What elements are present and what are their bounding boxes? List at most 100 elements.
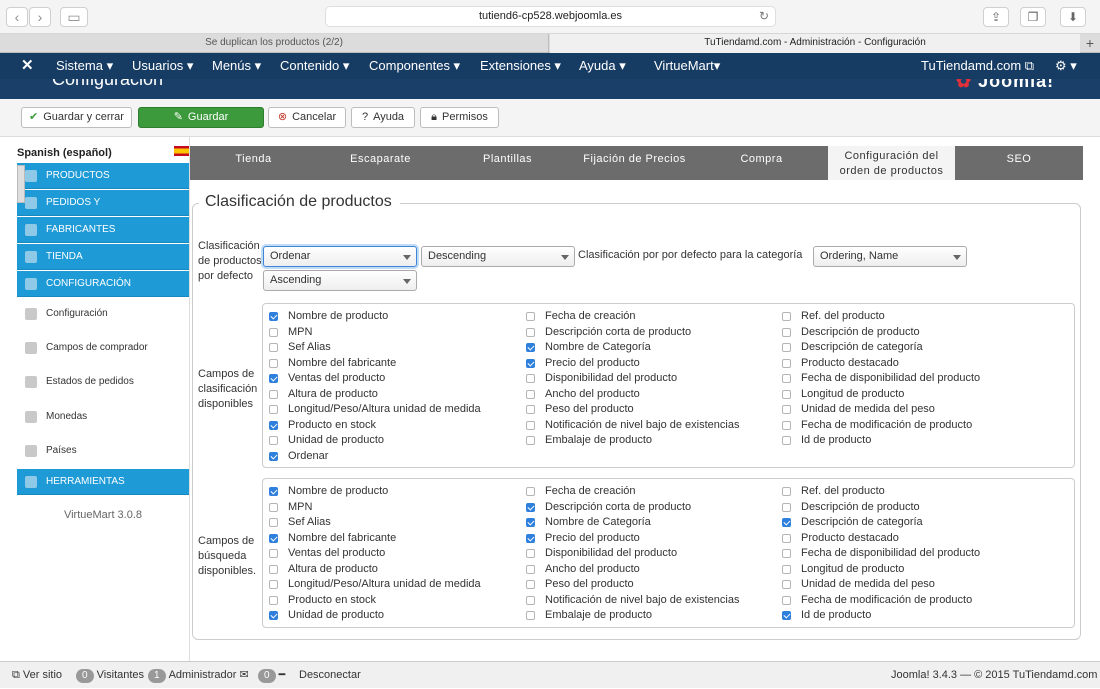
tab-compra[interactable]: Compra	[698, 146, 825, 172]
checkbox-unchecked[interactable]	[269, 518, 278, 527]
tab-seo[interactable]: SEO	[955, 146, 1083, 172]
browser-tab-2[interactable]: TuTiendamd.com - Administración - Config…	[550, 34, 1080, 53]
tab-plantillas[interactable]: Plantillas	[444, 146, 571, 172]
checkbox-unchecked[interactable]	[269, 343, 278, 352]
checkbox-unchecked[interactable]	[782, 533, 791, 543]
save-button[interactable]: ✎ Guardar	[138, 107, 264, 128]
tab-precios[interactable]: Fijación de Precios	[571, 146, 698, 172]
checkbox-checked[interactable]	[269, 374, 278, 383]
checkbox-unchecked[interactable]	[269, 327, 278, 337]
menu-contenido[interactable]: Contenido ▾	[280, 53, 349, 79]
checkbox-unchecked[interactable]	[782, 389, 791, 399]
checkbox-unchecked[interactable]	[269, 595, 278, 605]
address-bar[interactable]: tutiend6-cp528.webjoomla.es ↻	[325, 6, 776, 27]
menu-virtuemart[interactable]: VirtueMart▾	[654, 53, 720, 79]
checkbox-unchecked[interactable]	[269, 549, 278, 558]
checkbox-unchecked[interactable]	[526, 405, 535, 414]
sidebar-sub-estados-pedidos[interactable]: Estados de pedidos	[17, 365, 189, 399]
sidebar-item-productos[interactable]: PRODUCTOS	[17, 163, 189, 189]
checkbox-unchecked[interactable]	[526, 564, 535, 574]
checkbox-unchecked[interactable]	[526, 312, 535, 321]
checkbox-unchecked[interactable]	[526, 595, 535, 605]
checkbox-unchecked[interactable]	[782, 580, 791, 589]
sidebar-sub-paises[interactable]: Países	[17, 434, 189, 468]
sidebar-sub-monedas[interactable]: Monedas	[17, 400, 189, 434]
checkbox-checked[interactable]	[782, 611, 791, 620]
checkbox-checked[interactable]	[526, 518, 535, 527]
menu-menus[interactable]: Menús ▾	[212, 53, 261, 79]
checkbox-unchecked[interactable]	[269, 502, 278, 512]
checkbox-checked[interactable]	[526, 502, 535, 512]
forward-button[interactable]: ›	[29, 7, 51, 27]
checkbox-unchecked[interactable]	[782, 502, 791, 512]
sidebar-toggle-icon[interactable]: ▭	[60, 7, 88, 27]
checkbox-unchecked[interactable]	[782, 358, 791, 368]
permissions-button[interactable]: 🔒︎ Permisos	[420, 107, 499, 128]
sidebar-collapse-handle[interactable]	[17, 165, 25, 203]
checkbox-unchecked[interactable]	[782, 487, 791, 496]
checkbox-unchecked[interactable]	[526, 611, 535, 620]
site-link[interactable]: TuTiendamd.com ⧉	[921, 53, 1034, 79]
tabs-overview-icon[interactable]: ❐	[1020, 7, 1046, 27]
gear-icon[interactable]: ⚙ ▾	[1055, 53, 1077, 79]
checkbox-unchecked[interactable]	[782, 343, 791, 352]
joomla-logo-icon[interactable]: ✕	[21, 53, 34, 79]
checkbox-checked[interactable]	[526, 343, 535, 352]
checkbox-unchecked[interactable]	[782, 420, 791, 430]
sidebar-item-pedidos[interactable]: PEDIDOS Y	[17, 190, 189, 216]
sidebar-sub-campos-comprador[interactable]: Campos de comprador	[17, 331, 189, 365]
help-button[interactable]: ? Ayuda	[351, 107, 415, 128]
tab-escaparate[interactable]: Escaparate	[317, 146, 444, 172]
second-direction-select[interactable]: Ascending	[263, 270, 417, 291]
checkbox-unchecked[interactable]	[269, 564, 278, 574]
checkbox-checked[interactable]	[269, 420, 278, 430]
checkbox-unchecked[interactable]	[782, 595, 791, 605]
checkbox-checked[interactable]	[526, 533, 535, 543]
back-button[interactable]: ‹	[6, 7, 28, 27]
checkbox-unchecked[interactable]	[269, 580, 278, 589]
logout-link[interactable]: Desconectar	[299, 662, 361, 689]
checkbox-unchecked[interactable]	[269, 358, 278, 368]
new-tab-icon[interactable]: +	[1080, 34, 1100, 53]
checkbox-unchecked[interactable]	[782, 405, 791, 414]
cancel-button[interactable]: ⊗ Cancelar	[268, 107, 346, 128]
checkbox-checked[interactable]	[782, 518, 791, 527]
sidebar-item-configuracion[interactable]: CONFIGURACIÓN	[17, 271, 189, 297]
checkbox-checked[interactable]	[269, 451, 278, 461]
save-close-button[interactable]: ✔ Guardar y cerrar	[21, 107, 132, 128]
sidebar-sub-configuracion[interactable]: Configuración	[17, 297, 189, 331]
checkbox-unchecked[interactable]	[269, 389, 278, 399]
tab-tienda[interactable]: Tienda	[190, 146, 317, 172]
checkbox-unchecked[interactable]	[526, 374, 535, 383]
menu-ayuda[interactable]: Ayuda ▾	[579, 53, 626, 79]
checkbox-unchecked[interactable]	[782, 436, 791, 445]
checkbox-unchecked[interactable]	[526, 436, 535, 445]
checkbox-checked[interactable]	[269, 533, 278, 543]
checkbox-unchecked[interactable]	[782, 374, 791, 383]
checkbox-unchecked[interactable]	[782, 549, 791, 558]
checkbox-checked[interactable]	[269, 312, 278, 321]
checkbox-unchecked[interactable]	[782, 564, 791, 574]
menu-usuarios[interactable]: Usuarios ▾	[132, 53, 193, 79]
direction-select[interactable]: Descending	[421, 246, 575, 267]
checkbox-unchecked[interactable]	[269, 405, 278, 414]
checkbox-unchecked[interactable]	[269, 436, 278, 445]
checkbox-unchecked[interactable]	[526, 420, 535, 430]
sidebar-item-tienda[interactable]: TIENDA	[17, 244, 189, 270]
menu-extensiones[interactable]: Extensiones ▾	[480, 53, 561, 79]
menu-sistema[interactable]: Sistema ▾	[56, 53, 113, 79]
sidebar-item-fabricantes[interactable]: FABRICANTES	[17, 217, 189, 243]
browser-tab-1[interactable]: Se duplican los productos (2/2)	[0, 34, 549, 53]
category-order-select[interactable]: Ordering, Name	[813, 246, 967, 267]
checkbox-checked[interactable]	[526, 358, 535, 368]
order-by-select[interactable]: Ordenar	[263, 246, 417, 267]
checkbox-checked[interactable]	[269, 611, 278, 620]
checkbox-unchecked[interactable]	[782, 312, 791, 321]
checkbox-unchecked[interactable]	[526, 389, 535, 399]
tab-orden-productos[interactable]: Configuración del orden de productos	[828, 146, 955, 180]
share-icon[interactable]: ⇪	[983, 7, 1009, 27]
checkbox-checked[interactable]	[269, 487, 278, 496]
checkbox-unchecked[interactable]	[526, 580, 535, 589]
menu-componentes[interactable]: Componentes ▾	[369, 53, 460, 79]
checkbox-unchecked[interactable]	[526, 549, 535, 558]
